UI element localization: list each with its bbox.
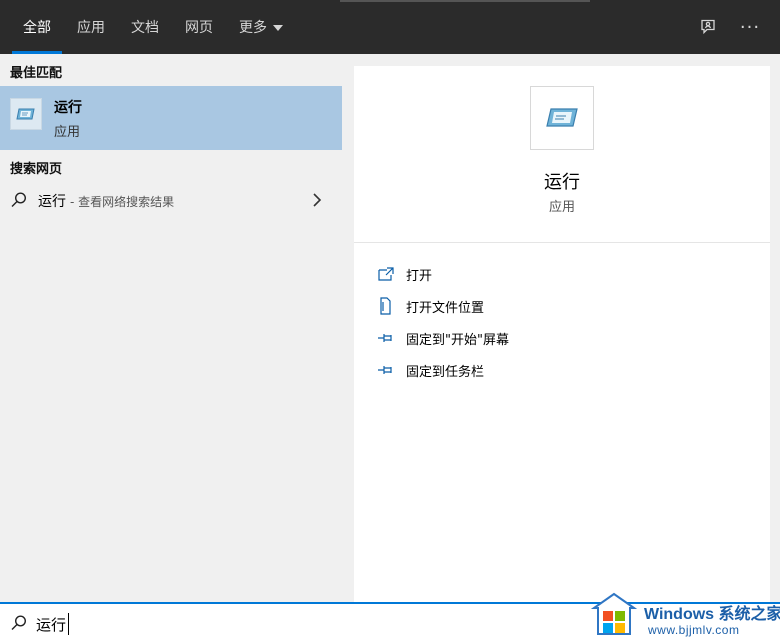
- pin-to-start-action[interactable]: 固定到"开始"屏幕: [376, 322, 509, 354]
- pin-icon: [376, 361, 396, 379]
- web-search-header: 搜索网页: [10, 162, 63, 177]
- run-app-icon: [10, 98, 42, 130]
- preview-subtitle: 应用: [548, 200, 575, 215]
- more-options-icon[interactable]: ···: [737, 14, 763, 40]
- watermark-brand: Windows 系统之家: [644, 606, 780, 623]
- preview-pane: 运行 应用 打开 打开文件位置 固定到"开始"屏幕 固定到任务栏: [354, 66, 770, 602]
- divider: [354, 242, 770, 243]
- web-search-result[interactable]: 运行 - 查看网络搜索结果: [0, 182, 342, 218]
- text-cursor: [68, 613, 69, 635]
- tab-apps[interactable]: 应用: [64, 0, 118, 54]
- tab-all[interactable]: 全部: [10, 0, 64, 54]
- windows-logo-icon: [590, 592, 638, 642]
- watermark: Windows 系统之家 www.bjjmlv.com: [588, 590, 780, 642]
- action-list: 打开 打开文件位置 固定到"开始"屏幕 固定到任务栏: [376, 258, 509, 386]
- search-scope-bar: 全部 应用 文档 网页 更多 ···: [0, 0, 780, 54]
- search-input[interactable]: [36, 610, 336, 638]
- open-action[interactable]: 打开: [376, 258, 509, 290]
- tab-more[interactable]: 更多: [226, 0, 296, 54]
- scope-tabs: 全部 应用 文档 网页 更多: [10, 0, 296, 54]
- web-search-hint: - 查看网络搜索结果: [70, 195, 175, 209]
- chevron-right-icon[interactable]: [310, 191, 324, 213]
- run-app-icon: [530, 86, 594, 150]
- open-file-location-action[interactable]: 打开文件位置: [376, 290, 509, 322]
- pin-to-taskbar-action[interactable]: 固定到任务栏: [376, 354, 509, 386]
- web-search-query: 运行: [38, 194, 66, 210]
- pin-icon: [376, 329, 396, 347]
- best-match-subtitle: 应用: [54, 125, 81, 140]
- chevron-down-icon: [273, 25, 283, 31]
- watermark-url: www.bjjmlv.com: [648, 623, 740, 637]
- tab-web[interactable]: 网页: [172, 0, 226, 54]
- best-match-header: 最佳匹配: [10, 66, 63, 81]
- best-match-result[interactable]: 运行 应用: [0, 86, 342, 150]
- title-strip: [340, 0, 590, 2]
- best-match-title: 运行: [54, 100, 82, 116]
- preview-title: 运行: [544, 172, 580, 193]
- open-icon: [376, 265, 396, 283]
- search-icon: [10, 614, 28, 636]
- search-icon: [10, 191, 28, 213]
- tab-documents[interactable]: 文档: [118, 0, 172, 54]
- results-pane: 最佳匹配 运行 应用 搜索网页 运行 - 查看网络搜索结果: [0, 54, 342, 602]
- feedback-icon[interactable]: [695, 14, 721, 40]
- file-location-icon: [376, 297, 396, 315]
